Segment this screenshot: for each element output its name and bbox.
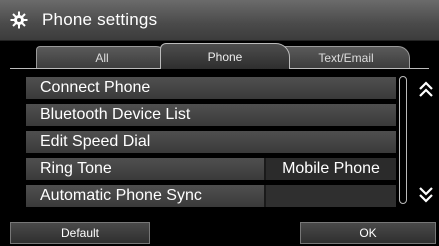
tab-text-email-label: Text/Email	[318, 50, 374, 65]
default-button-label: Default	[60, 226, 100, 240]
settings-panel: Connect Phone Bluetooth Device List Edit…	[10, 68, 429, 213]
tab-phone-label: Phone	[207, 49, 243, 64]
tab-all-label: All	[95, 50, 109, 65]
list-item-connect-phone[interactable]: Connect Phone	[26, 77, 396, 99]
tab-phone[interactable]: Phone	[160, 43, 290, 69]
page-title: Phone settings	[42, 10, 158, 29]
list-item-automatic-phone-sync[interactable]: Automatic Phone Sync	[26, 185, 396, 207]
tab-bar: All Text/Email Phone	[0, 40, 439, 69]
list-item-edit-speed-dial[interactable]: Edit Speed Dial	[26, 131, 396, 153]
ring-tone-value: Mobile Phone	[264, 158, 396, 180]
list-item-bluetooth-device-list[interactable]: Bluetooth Device List	[26, 104, 396, 126]
list-item-label: Ring Tone	[40, 160, 112, 177]
list-item-label: Automatic Phone Sync	[40, 187, 202, 204]
tab-all[interactable]: All	[36, 46, 168, 68]
scrollbar[interactable]	[399, 76, 407, 204]
double-chevron-down-icon[interactable]	[418, 186, 434, 204]
ok-button[interactable]: OK	[300, 222, 436, 244]
list-item-label: Bluetooth Device List	[40, 106, 191, 123]
gear-icon	[10, 11, 28, 29]
automatic-phone-sync-value	[264, 185, 396, 207]
double-chevron-up-icon[interactable]	[418, 80, 434, 98]
default-button[interactable]: Default	[10, 222, 150, 244]
tab-text-email[interactable]: Text/Email	[282, 46, 410, 68]
list-item-label: Connect Phone	[40, 79, 151, 96]
ok-button-label: OK	[359, 226, 377, 240]
list-item-label: Edit Speed Dial	[40, 133, 151, 150]
title-bar: Phone settings	[0, 0, 439, 41]
list-item-ring-tone[interactable]: Ring Tone Mobile Phone	[26, 158, 396, 180]
settings-list: Connect Phone Bluetooth Device List Edit…	[26, 77, 396, 212]
phone-settings-screen: Phone settings All Text/Email Phone Conn…	[0, 0, 439, 246]
